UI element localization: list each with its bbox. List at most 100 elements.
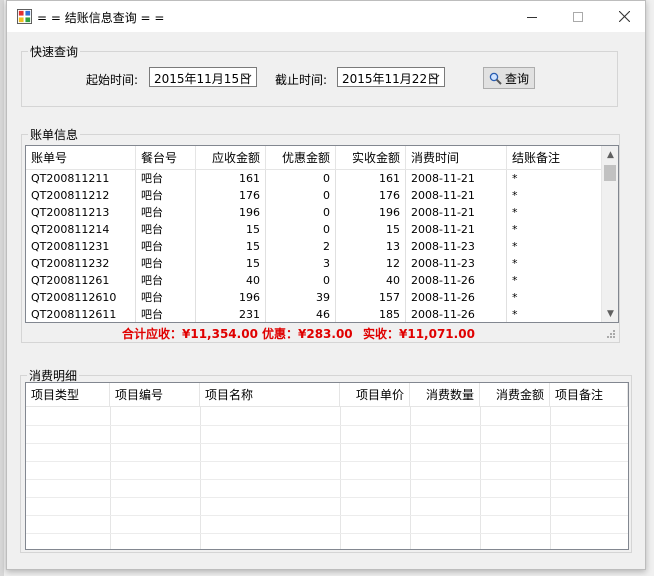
table-cell: * [507,289,603,306]
table-cell: 157 [336,289,406,306]
table-cell: 196 [196,289,266,306]
minimize-button[interactable] [509,1,555,32]
query-button[interactable]: 查询 [483,67,535,89]
consumption-detail-group: 消费明细 项目类型 项目编号 项目名称 项目单价 消费数量 消费金额 项目备注 [20,367,632,553]
table-cell: 2008-11-26 [406,272,507,289]
table-cell: 吧台 [136,289,196,306]
table-cell: QT200811232 [26,255,136,272]
table-cell: 0 [266,221,336,238]
table-cell: 15 [196,238,266,255]
grid-line [26,515,628,516]
table-cell: QT200811213 [26,204,136,221]
table-cell: 吧台 [136,306,196,322]
close-button[interactable] [601,1,647,32]
table-row[interactable]: QT200811211 吧台 161 0 161 2008-11-21 * [26,170,603,187]
column-header[interactable]: 结账备注 [507,146,603,170]
total-receivable: 合计应收：¥11,354.00 [122,327,258,341]
table-cell: * [507,170,603,187]
grid-line [480,407,481,549]
table-cell: 0 [266,272,336,289]
table-row[interactable]: QT200811261 吧台 40 0 40 2008-11-26 * [26,272,603,289]
column-header[interactable]: 优惠金额 [266,146,336,170]
table-cell: 196 [196,204,266,221]
grid-line [200,407,201,549]
table-cell: * [507,221,603,238]
table-cell: 196 [336,204,406,221]
table-cell: 吧台 [136,255,196,272]
table-cell: 吧台 [136,272,196,289]
desktop-background [0,0,4,576]
table-cell: 吧台 [136,238,196,255]
magnifier-icon [489,72,502,85]
table-cell: 2008-11-21 [406,204,507,221]
table-cell: 2 [266,238,336,255]
table-cell: * [507,306,603,322]
table-cell: 40 [336,272,406,289]
table-cell: QT2008112610 [26,289,136,306]
chevron-down-icon [242,74,252,80]
column-header[interactable]: 应收金额 [196,146,266,170]
table-cell: 吧台 [136,221,196,238]
table-cell: 2008-11-21 [406,187,507,204]
grid-line [410,407,411,549]
grid-line [26,443,628,444]
grid-line [26,461,628,462]
table-cell: 2008-11-26 [406,289,507,306]
end-date-picker[interactable]: 2015年11月22日 [337,67,445,87]
table-row[interactable]: QT200811213 吧台 196 0 196 2008-11-21 * [26,204,603,221]
scroll-down-arrow-icon[interactable]: ▼ [602,305,618,322]
column-header[interactable]: 消费时间 [406,146,507,170]
table-cell: 2008-11-23 [406,238,507,255]
column-header[interactable]: 账单号 [26,146,136,170]
scroll-up-arrow-icon[interactable]: ▲ [602,146,618,163]
table-cell: QT200811212 [26,187,136,204]
table-cell: * [507,255,603,272]
end-date-value: 2015年11月22日 [342,72,440,86]
table-cell: 39 [266,289,336,306]
table-cell: QT200811211 [26,170,136,187]
table-cell: 40 [196,272,266,289]
bill-list[interactable]: 账单号 餐台号 应收金额 优惠金额 实收金额 消费时间 结账备注 QT20081… [25,145,619,323]
chevron-down-icon [430,74,440,80]
resize-grip-icon [607,330,615,338]
bill-info-group: 账单信息 账单号 餐台号 应收金额 优惠金额 实收金额 消费时间 结账备注 QT… [21,126,620,343]
table-row[interactable]: QT200811231 吧台 15 2 13 2008-11-23 * [26,238,603,255]
grid-line [26,479,628,480]
column-header[interactable]: 实收金额 [336,146,406,170]
table-cell: QT200811231 [26,238,136,255]
consumption-list[interactable]: 项目类型 项目编号 项目名称 项目单价 消费数量 消费金额 项目备注 [25,382,629,550]
table-cell: QT200811214 [26,221,136,238]
quick-query-title: 快速查询 [28,43,81,60]
table-row[interactable]: QT200811212 吧台 176 0 176 2008-11-21 * [26,187,603,204]
table-row[interactable]: QT2008112610 吧台 196 39 157 2008-11-26 * [26,289,603,306]
bill-rows: QT200811211 吧台 161 0 161 2008-11-21 * QT2008112… [26,170,603,322]
table-cell: 0 [266,170,336,187]
vertical-scrollbar[interactable]: ▲ ▼ [601,146,618,322]
table-cell: 46 [266,306,336,322]
maximize-button[interactable] [555,1,601,32]
table-cell: 13 [336,238,406,255]
table-cell: * [507,187,603,204]
start-date-picker[interactable]: 2015年11月15日 [149,67,257,87]
table-cell: 231 [196,306,266,322]
bill-list-header: 账单号 餐台号 应收金额 优惠金额 实收金额 消费时间 结账备注 [26,146,603,170]
start-time-label: 起始时间: [86,73,139,87]
consumption-list-body [26,383,628,549]
table-cell: * [507,204,603,221]
table-cell: 吧台 [136,204,196,221]
table-cell: 吧台 [136,187,196,204]
bill-info-title: 账单信息 [28,126,81,143]
table-row[interactable]: QT200811214 吧台 15 0 15 2008-11-21 * [26,221,603,238]
table-row[interactable]: QT2008112611 吧台 231 46 185 2008-11-26 * [26,306,603,322]
table-cell: 3 [266,255,336,272]
scroll-thumb[interactable] [604,165,616,181]
table-cell: 185 [336,306,406,322]
table-cell: 12 [336,255,406,272]
table-cell: 0 [266,204,336,221]
table-cell: 2008-11-23 [406,255,507,272]
table-row[interactable]: QT200811232 吧台 15 3 12 2008-11-23 * [26,255,603,272]
total-received: 实收：¥11,071.00 [363,327,475,341]
query-button-label: 查询 [504,71,529,86]
total-discount: 优惠：¥283.00 [262,327,353,341]
column-header[interactable]: 餐台号 [136,146,196,170]
